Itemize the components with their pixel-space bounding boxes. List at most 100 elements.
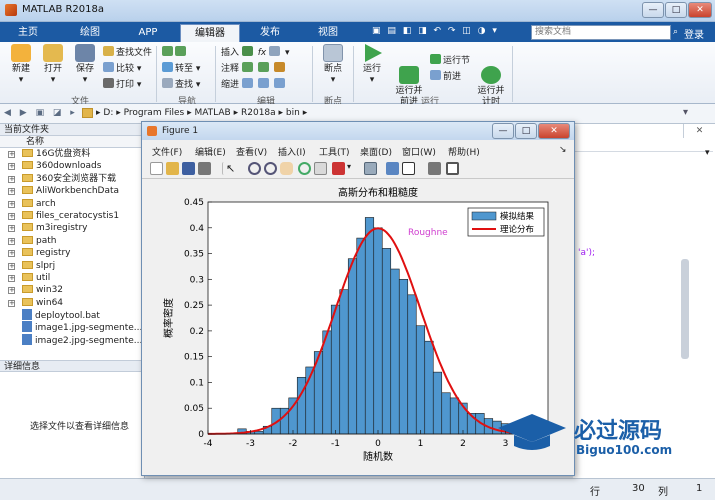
folder-list-item[interactable]: + m3iregistry <box>0 222 144 234</box>
menu-help[interactable]: 帮助(H) <box>448 145 480 158</box>
figure-maximize-button[interactable]: □ <box>515 123 537 139</box>
menu-view[interactable]: 查看(V) <box>236 145 267 158</box>
tab-publish[interactable]: 发布 <box>250 24 290 42</box>
breadcrumb-r2018a[interactable]: R2018a <box>241 108 276 118</box>
histogram-bar[interactable] <box>449 397 460 435</box>
editor-scrollbar[interactable] <box>681 259 689 359</box>
expand-icon[interactable]: + <box>8 225 15 233</box>
histogram-bar[interactable] <box>424 340 434 435</box>
folder-list-item[interactable]: +16G优盘资料 <box>0 148 144 160</box>
search-docs-input[interactable]: 搜索文档 <box>531 25 671 40</box>
code-line[interactable]: 'a'); <box>578 248 595 258</box>
expand-icon[interactable]: + <box>8 262 15 270</box>
folder-list-item[interactable]: +360downloads <box>0 160 144 172</box>
file-list-item[interactable]: image1.jpg-segmente... <box>0 321 144 333</box>
find-files-button[interactable]: 查找文件 <box>103 46 152 60</box>
expand-icon[interactable]: + <box>8 188 15 196</box>
open-button[interactable]: 打开 ▾ <box>38 44 68 86</box>
tab-editor[interactable]: 编辑器 <box>180 24 240 42</box>
folder-list-item[interactable]: + util <box>0 272 144 284</box>
new-figure-icon[interactable] <box>150 162 163 175</box>
folder-list-item[interactable]: +360安全浏览器下载 <box>0 173 144 185</box>
link-plot-icon[interactable] <box>364 162 377 175</box>
folder-list-item[interactable]: + win64 <box>0 297 144 309</box>
nav-back-button[interactable] <box>162 46 188 60</box>
zoom-in-icon[interactable] <box>248 162 261 175</box>
folder-list-item[interactable]: + win32 <box>0 284 144 296</box>
comment-button[interactable]: 注释 <box>221 62 287 76</box>
print-figure-icon[interactable] <box>198 162 211 175</box>
goto-button[interactable]: 转至 ▾ <box>162 62 200 76</box>
folder-list-item[interactable]: + path <box>0 235 144 247</box>
search-icon[interactable]: ⌕ <box>673 25 683 40</box>
menu-desktop[interactable]: 桌面(D) <box>360 145 392 158</box>
expand-icon[interactable]: + <box>8 151 15 158</box>
expand-icon[interactable]: + <box>8 237 15 245</box>
expand-icon[interactable]: + <box>8 287 15 295</box>
histogram-bar[interactable] <box>296 376 307 435</box>
histogram-bar[interactable] <box>407 294 417 435</box>
menu-dock-icon[interactable]: ↘ <box>559 145 567 155</box>
advance-button[interactable]: 前进 <box>430 70 461 84</box>
breadcrumb[interactable]: ▸ D: ▸ Program Files ▸ MATLAB ▸ R2018a ▸… <box>96 108 307 118</box>
column-header-name[interactable]: 名称 <box>0 136 144 148</box>
breadcrumb-bin[interactable]: bin <box>286 108 300 118</box>
zoom-out-icon[interactable] <box>264 162 277 175</box>
histogram-bar[interactable] <box>390 268 400 435</box>
expand-icon[interactable]: + <box>8 299 15 307</box>
menu-insert[interactable]: 插入(I) <box>278 145 306 158</box>
folder-list-item[interactable]: + arch <box>0 198 144 210</box>
new-button[interactable]: 新建 ▾ <box>6 44 36 86</box>
show-plot-tools-icon[interactable] <box>446 162 459 175</box>
legend[interactable]: 模拟结果 理论分布 <box>467 207 545 237</box>
quick-access-toolbar[interactable]: ▣ ▤ ◧ ◨ ↶ ↷ ◫ ◑ ▾ <box>372 26 520 38</box>
tab-apps[interactable]: APP <box>126 24 170 42</box>
tab-view[interactable]: 视图 <box>308 24 348 42</box>
brush-dropdown-icon[interactable]: ▾ <box>347 162 355 175</box>
maximize-button[interactable]: □ <box>665 2 687 18</box>
insert-button[interactable]: 插入 fx ▾ <box>221 46 290 60</box>
menu-edit[interactable]: 编辑(E) <box>195 145 226 158</box>
tab-plots[interactable]: 绘图 <box>70 24 110 42</box>
histogram-bar[interactable] <box>381 248 392 435</box>
menu-file[interactable]: 文件(F) <box>152 145 182 158</box>
histogram-bar[interactable] <box>432 371 443 435</box>
folder-list-item[interactable]: + files_ceratocystis1 <box>0 210 144 222</box>
open-file-icon[interactable] <box>166 162 179 175</box>
expand-icon[interactable]: + <box>8 250 15 258</box>
expand-icon[interactable]: + <box>8 274 15 282</box>
expand-icon[interactable]: + <box>8 212 15 220</box>
compare-button[interactable]: 比较 ▾ <box>103 62 141 76</box>
expand-icon[interactable]: + <box>8 200 15 208</box>
colorbar-icon[interactable] <box>386 162 399 175</box>
rotate-3d-icon[interactable] <box>298 162 311 175</box>
figure-minimize-button[interactable]: — <box>492 123 514 139</box>
tab-home[interactable]: 主页 <box>8 24 48 42</box>
nav-arrows-icon[interactable]: ◀ ▶ ▣ ◪ ▸ <box>4 108 78 118</box>
breadcrumb-program-files[interactable]: Program Files <box>124 108 185 118</box>
histogram-bar[interactable] <box>364 217 375 435</box>
menu-window[interactable]: 窗口(W) <box>402 145 436 158</box>
histogram-bar[interactable] <box>398 279 409 435</box>
save-figure-icon[interactable] <box>182 162 195 175</box>
run-time-button[interactable]: 运行并 计时 <box>474 44 508 108</box>
brush-icon[interactable] <box>332 162 345 175</box>
print-button[interactable]: 打印 ▾ <box>103 78 141 92</box>
hide-plot-tools-icon[interactable] <box>428 162 441 175</box>
histogram-bar[interactable] <box>356 237 366 435</box>
menu-tools[interactable]: 工具(T) <box>319 145 350 158</box>
path-dropdown-icon[interactable]: ▾ <box>683 107 688 118</box>
histogram-bar[interactable] <box>339 289 349 435</box>
file-list-item[interactable]: image2.jpg-segmente... <box>0 333 144 346</box>
login-button[interactable]: 登录 <box>684 26 704 41</box>
run-section-button[interactable]: 运行节 <box>430 54 470 68</box>
find-button[interactable]: 查找 ▾ <box>162 78 200 92</box>
folder-list-item[interactable]: + registry <box>0 247 144 259</box>
file-list-item[interactable]: deploytool.bat <box>0 309 144 321</box>
fx-icon[interactable]: fx <box>258 48 267 58</box>
editor-expand-icon[interactable]: ▾ <box>705 148 710 158</box>
editor-close-icon[interactable]: ✕ <box>683 124 715 138</box>
indent-button[interactable]: 缩进 <box>221 78 287 92</box>
save-button[interactable]: 保存 ▾ <box>70 44 100 86</box>
histogram-bar[interactable] <box>322 330 332 435</box>
